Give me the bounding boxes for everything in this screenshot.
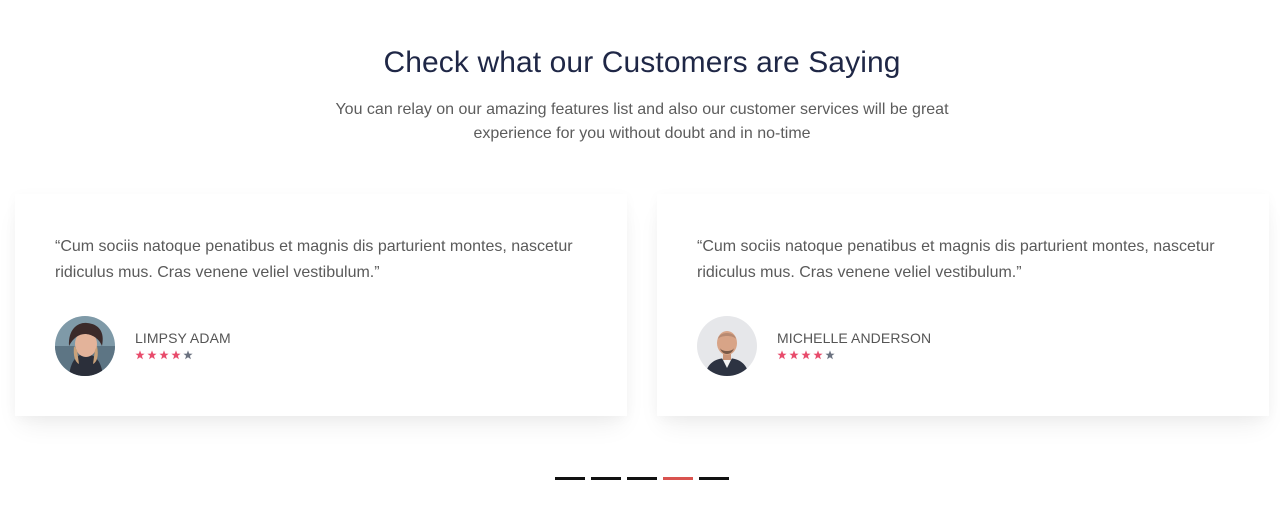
testimonial-quote-line-2: ridiculus mus. Cras venene veliel vestib… bbox=[55, 264, 380, 281]
carousel-dot-5[interactable] bbox=[699, 477, 729, 480]
testimonial-card: “Cum sociis natoque penatibus et magnis … bbox=[15, 194, 627, 416]
carousel-dot-4[interactable] bbox=[663, 477, 693, 480]
testimonial-quote: “Cum sociis natoque penatibus et magnis … bbox=[55, 234, 595, 286]
section-subtitle: You can relay on our amazing features li… bbox=[330, 98, 954, 146]
avatar bbox=[55, 316, 115, 376]
star-icon bbox=[171, 350, 181, 360]
section-title: Check what our Customers are Saying bbox=[383, 46, 901, 79]
star-icon bbox=[825, 350, 835, 360]
testimonial-quote-line-1: “Cum sociis natoque penatibus et magnis … bbox=[697, 238, 1215, 255]
star-icon bbox=[801, 350, 811, 360]
carousel-dot-2[interactable] bbox=[591, 477, 621, 480]
section-subtitle-line-1: You can relay on our amazing features li… bbox=[335, 101, 949, 118]
avatar bbox=[697, 316, 757, 376]
customer-name: LIMPSY ADAM bbox=[135, 330, 231, 346]
carousel-dot-3[interactable] bbox=[627, 477, 657, 480]
testimonial-quote-line-2: ridiculus mus. Cras venene veliel vestib… bbox=[697, 264, 1022, 281]
testimonial-quote: “Cum sociis natoque penatibus et magnis … bbox=[697, 234, 1237, 286]
carousel-dot-1[interactable] bbox=[555, 477, 585, 480]
star-icon bbox=[777, 350, 787, 360]
customer-name: MICHELLE ANDERSON bbox=[777, 330, 932, 346]
star-icon bbox=[789, 350, 799, 360]
star-rating bbox=[135, 350, 193, 362]
carousel-pagination bbox=[555, 477, 729, 480]
star-icon bbox=[135, 350, 145, 360]
star-icon bbox=[813, 350, 823, 360]
star-icon bbox=[159, 350, 169, 360]
testimonial-card: “Cum sociis natoque penatibus et magnis … bbox=[657, 194, 1269, 416]
star-icon bbox=[183, 350, 193, 360]
section-subtitle-line-2: experience for you without doubt and in … bbox=[473, 125, 811, 142]
testimonial-quote-line-1: “Cum sociis natoque penatibus et magnis … bbox=[55, 238, 573, 255]
star-rating bbox=[777, 350, 835, 362]
star-icon bbox=[147, 350, 157, 360]
